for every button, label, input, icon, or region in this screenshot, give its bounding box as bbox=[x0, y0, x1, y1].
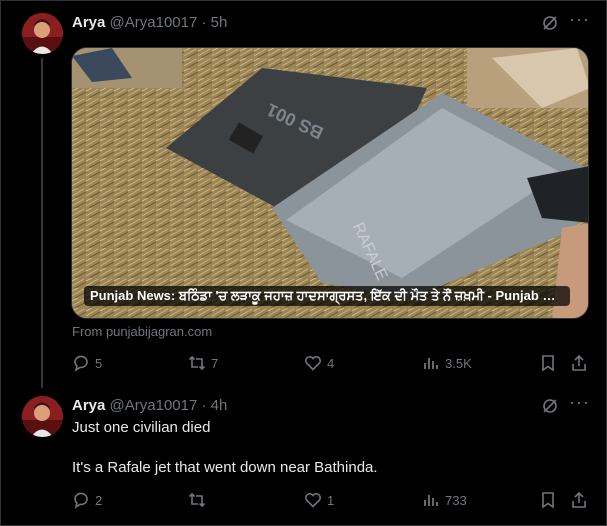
card-title[interactable]: Punjab News: ਬਠਿੰਡਾ 'ਚ ਲੜਾਕੂ ਜਹਾਜ਼ ਹਾਦਸਾ… bbox=[84, 286, 570, 306]
author-handle[interactable]: @Arya10017 bbox=[110, 397, 198, 414]
separator-dot: · bbox=[201, 397, 207, 414]
thread-connector bbox=[41, 58, 43, 388]
tweet-text-line-1: Just one civilian died bbox=[72, 419, 211, 436]
grok-icon[interactable] bbox=[541, 14, 559, 32]
tweet-header: Arya @Arya10017 · 4h bbox=[72, 397, 227, 415]
views-count: 3.5K bbox=[445, 355, 472, 371]
reply-icon bbox=[74, 355, 88, 372]
like-count: 1 bbox=[327, 492, 335, 508]
like-button[interactable]: 4 bbox=[304, 352, 334, 374]
repost-button[interactable] bbox=[188, 489, 211, 511]
more-icon[interactable]: ··· bbox=[569, 10, 589, 32]
share-icon bbox=[572, 354, 586, 371]
avatar[interactable] bbox=[22, 13, 63, 54]
tweet-text-line-2: It's a Rafale jet that went down near Ba… bbox=[72, 459, 378, 476]
tweet-actions: 2 1 733 bbox=[72, 489, 592, 511]
tweet-time[interactable]: 4h bbox=[211, 397, 228, 414]
reply-icon bbox=[74, 492, 88, 509]
wreckage-photo: BS 001 RAFALE bbox=[72, 48, 588, 318]
views-count: 733 bbox=[445, 492, 467, 508]
tweet-1[interactable]: Arya @Arya10017 · 5h ··· BS 001 RAFALE P… bbox=[0, 0, 607, 388]
reply-count: 5 bbox=[95, 355, 103, 371]
reply-button[interactable]: 5 bbox=[72, 352, 102, 374]
repost-button[interactable]: 7 bbox=[188, 352, 218, 374]
bookmark-button[interactable] bbox=[539, 352, 562, 374]
tweet-2[interactable]: Arya @Arya10017 · 4h ··· Just one civili… bbox=[0, 388, 607, 526]
like-button[interactable]: 1 bbox=[304, 489, 334, 511]
views-icon bbox=[424, 358, 438, 369]
views-button[interactable]: 3.5K bbox=[422, 352, 472, 374]
tweet-time[interactable]: 5h bbox=[211, 14, 228, 31]
share-button[interactable] bbox=[570, 489, 593, 511]
repost-icon bbox=[188, 355, 206, 371]
repost-count: 7 bbox=[211, 355, 219, 371]
avatar[interactable] bbox=[22, 396, 63, 437]
like-icon bbox=[305, 493, 321, 508]
share-button[interactable] bbox=[570, 352, 593, 374]
share-icon bbox=[572, 491, 586, 508]
reply-button[interactable]: 2 bbox=[72, 489, 102, 511]
author-name[interactable]: Arya bbox=[72, 397, 105, 414]
tweet-text: Just one civilian died It's a Rafale jet… bbox=[72, 418, 378, 478]
bookmark-icon bbox=[542, 355, 554, 372]
separator-dot: · bbox=[201, 14, 207, 31]
tweet-header: Arya @Arya10017 · 5h bbox=[72, 14, 227, 32]
author-name[interactable]: Arya bbox=[72, 14, 105, 31]
bookmark-button[interactable] bbox=[539, 489, 562, 511]
like-count: 4 bbox=[327, 355, 335, 371]
avatar-image bbox=[22, 13, 63, 54]
like-icon bbox=[305, 356, 321, 371]
bookmark-icon bbox=[542, 492, 554, 509]
tweet-actions: 5 7 4 3.5K bbox=[72, 352, 592, 374]
grok-icon[interactable] bbox=[541, 397, 559, 415]
author-handle[interactable]: @Arya10017 bbox=[110, 14, 198, 31]
reply-count: 2 bbox=[95, 492, 103, 508]
avatar-image bbox=[22, 396, 63, 437]
views-icon bbox=[424, 495, 438, 506]
card-source[interactable]: From punjabijagran.com bbox=[72, 324, 212, 339]
more-icon[interactable]: ··· bbox=[569, 393, 589, 415]
link-card[interactable]: BS 001 RAFALE Punjab News: ਬਠਿੰਡਾ 'ਚ ਲੜਾ… bbox=[71, 47, 589, 319]
repost-icon bbox=[188, 492, 206, 508]
views-button[interactable]: 733 bbox=[422, 489, 467, 511]
